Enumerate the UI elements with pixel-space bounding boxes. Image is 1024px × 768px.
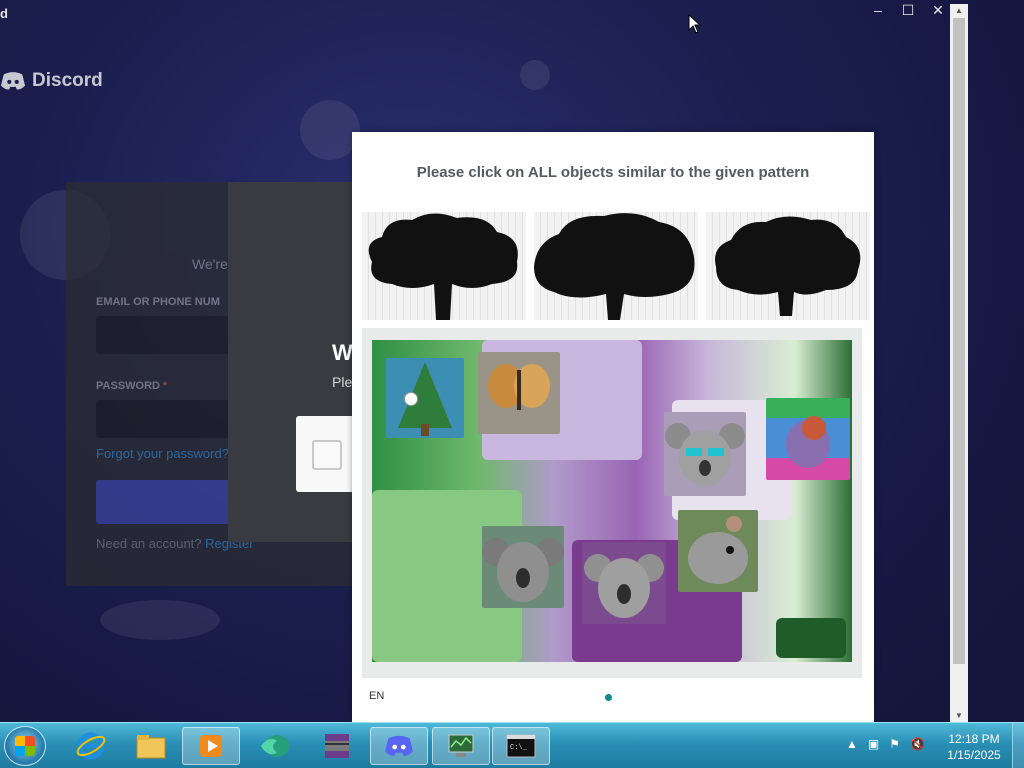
- file-explorer-button[interactable]: [122, 727, 180, 765]
- monitor-icon: [448, 734, 474, 757]
- scroll-down-icon[interactable]: ▼: [950, 711, 968, 720]
- login-subtitle: We're: [192, 256, 228, 272]
- fir-tree-tile[interactable]: [386, 358, 464, 438]
- clock[interactable]: 12:18 PM 1/15/2025: [936, 731, 1012, 763]
- media-player-button[interactable]: [182, 727, 240, 765]
- example-tree-3: [706, 212, 870, 320]
- action-center-flag-icon[interactable]: ⚑: [889, 737, 900, 751]
- winrar-icon: [325, 734, 349, 758]
- app-corner-letter: d: [0, 6, 8, 21]
- example-tree-1: [362, 212, 526, 320]
- close-button[interactable]: ✕: [930, 2, 946, 19]
- system-monitor-button[interactable]: [432, 727, 490, 765]
- captcha-checkbox[interactable]: [312, 440, 342, 470]
- media-player-icon: [200, 735, 222, 757]
- show-desktop-button[interactable]: [1012, 723, 1024, 768]
- maximize-button[interactable]: ☐: [900, 2, 916, 19]
- password-label-text: PASSWORD: [96, 380, 160, 392]
- green-app-button[interactable]: [246, 727, 304, 765]
- task-image[interactable]: [372, 340, 852, 662]
- command-prompt-icon: C:\_: [506, 734, 536, 758]
- password-label: PASSWORD *: [96, 380, 167, 392]
- captcha-prompt: Please click on ALL objects similar to t…: [416, 164, 810, 181]
- winrar-button[interactable]: [308, 727, 366, 765]
- koala-tile[interactable]: [482, 526, 564, 608]
- folder-icon: [136, 735, 166, 759]
- verify-title: W: [332, 340, 353, 365]
- clock-date: 1/15/2025: [947, 748, 1001, 762]
- internet-explorer-icon: [76, 732, 106, 760]
- butterfly-tile[interactable]: [478, 352, 560, 434]
- koala-sunglasses-tile[interactable]: [664, 412, 746, 496]
- task-frame: [362, 328, 862, 678]
- command-prompt-button[interactable]: C:\_: [492, 727, 550, 765]
- language-selector[interactable]: EN: [369, 690, 384, 702]
- show-hidden-icons-icon[interactable]: ▲: [846, 737, 858, 751]
- scrollbar-thumb[interactable]: [953, 18, 965, 664]
- system-tray: ▲ ▣ ⚑ 🔇: [846, 737, 925, 751]
- squirrel-tile[interactable]: [678, 510, 758, 592]
- koala-purple-tile[interactable]: [582, 542, 666, 624]
- volume-muted-icon[interactable]: 🔇: [910, 737, 925, 751]
- click-marker: [404, 392, 418, 406]
- minimize-button[interactable]: –: [870, 2, 886, 19]
- clock-time: 12:18 PM: [948, 732, 1000, 746]
- discord-wordmark: Discord: [32, 70, 103, 91]
- windows-logo-icon: [15, 736, 35, 756]
- email-label: EMAIL OR PHONE NUM: [96, 296, 220, 308]
- discord-logo: Discord: [0, 70, 103, 92]
- need-account-label: Need an account?: [96, 536, 202, 551]
- verify-text: Ple: [332, 374, 353, 390]
- taskbar: C:\_ ▲ ▣ ⚑ 🔇 12:18 PM 1/15/2025: [0, 722, 1024, 768]
- discord-icon: [0, 72, 26, 90]
- example-tree-2: [534, 212, 698, 320]
- start-button[interactable]: [4, 726, 46, 766]
- forgot-password-link[interactable]: Forgot your password?: [96, 446, 229, 461]
- discord-app-icon: [385, 735, 413, 756]
- discord-taskbar-button[interactable]: [370, 727, 428, 765]
- scrollbar[interactable]: ▲ ▼: [950, 4, 968, 722]
- internet-explorer-button[interactable]: [62, 727, 120, 765]
- svg-text:C:\_: C:\_: [510, 744, 528, 752]
- network-icon[interactable]: ▣: [868, 737, 879, 751]
- captcha-challenge: Please click on ALL objects similar to t…: [352, 132, 874, 722]
- window-controls: – ☐ ✕: [870, 2, 946, 19]
- captcha-checkbox-widget: [296, 416, 358, 492]
- squirrel-rainbow-tile[interactable]: [766, 398, 850, 480]
- mouse-cursor-icon: [688, 14, 702, 34]
- green-app-icon: [261, 735, 289, 757]
- example-images: [362, 212, 870, 320]
- required-mark: *: [163, 380, 168, 392]
- page-indicator: [605, 694, 612, 701]
- scroll-up-icon[interactable]: ▲: [950, 6, 968, 15]
